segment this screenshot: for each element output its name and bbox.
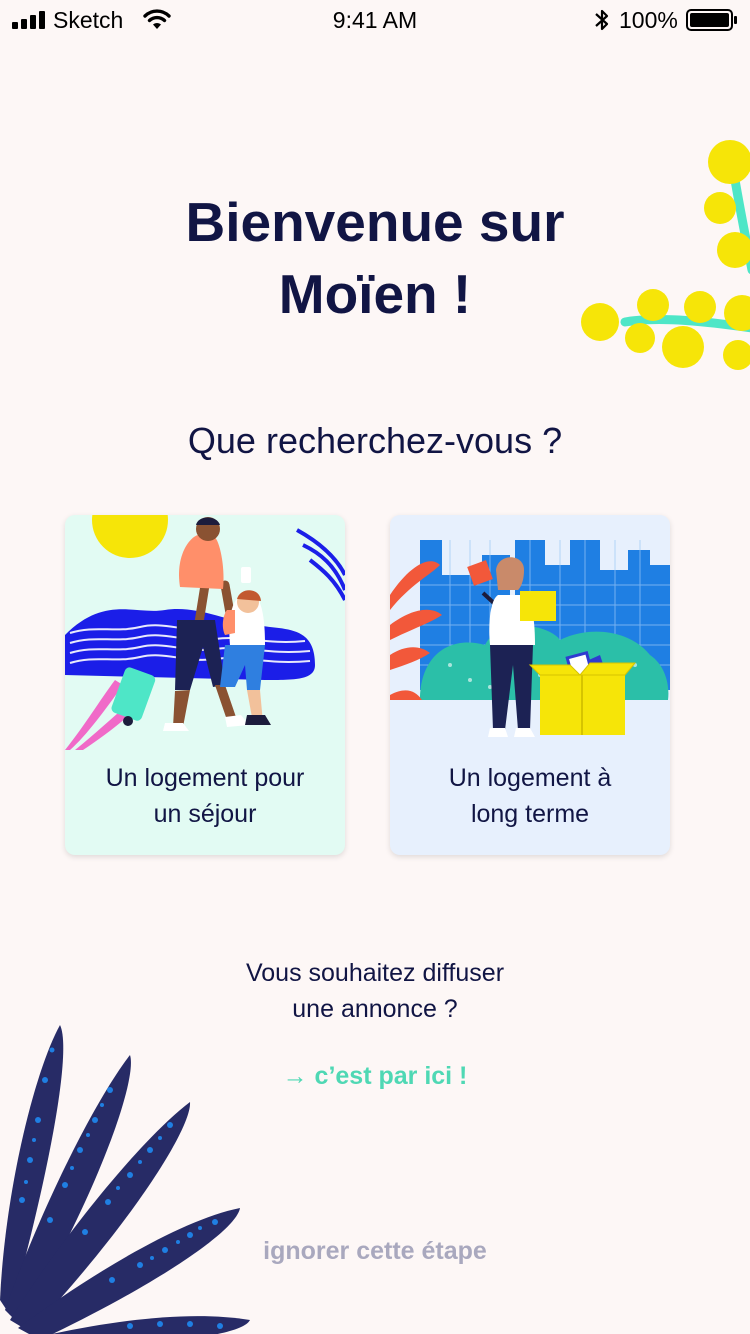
option-card-long-term[interactable]: Un logement à long terme — [390, 515, 670, 855]
welcome-title-line1: Bienvenue sur — [185, 191, 565, 253]
post-ad-link[interactable]: → c’est par ici ! — [0, 1062, 750, 1091]
battery-icon — [686, 9, 737, 31]
skip-step-link[interactable]: ignorer cette étape — [0, 1237, 750, 1266]
travelers-illustration — [65, 515, 345, 750]
post-ad-question-line2: une annonce ? — [292, 995, 458, 1023]
battery-percent: 100% — [619, 7, 678, 33]
option-label-long-term-line2: long terme — [470, 800, 590, 828]
post-ad-question: Vous souhaitez diffuser une annonce ? — [0, 955, 750, 1027]
status-bar: Sketch 9:41 AM 100% — [0, 0, 750, 40]
option-card-stay[interactable]: Un logement pour un séjour — [65, 515, 345, 855]
option-label-stay-line2: un séjour — [153, 800, 257, 828]
moving-illustration — [390, 540, 670, 750]
option-label-stay: Un logement pour un séjour — [75, 760, 335, 832]
search-question: Que recherchez-vous ? — [187, 420, 563, 461]
option-label-stay-line1: Un logement pour — [105, 764, 305, 792]
option-label-long-term-line1: Un logement à — [448, 764, 612, 792]
post-ad-question-line1: Vous souhaitez diffuser — [245, 959, 505, 987]
welcome-title-line2: Moïen ! — [278, 263, 472, 325]
option-label-long-term: Un logement à long terme — [400, 760, 660, 832]
bluetooth-icon — [595, 9, 609, 31]
welcome-title: Bienvenue sur Moïen ! — [0, 186, 750, 330]
palm-leaves-decoration — [0, 1025, 250, 1334]
